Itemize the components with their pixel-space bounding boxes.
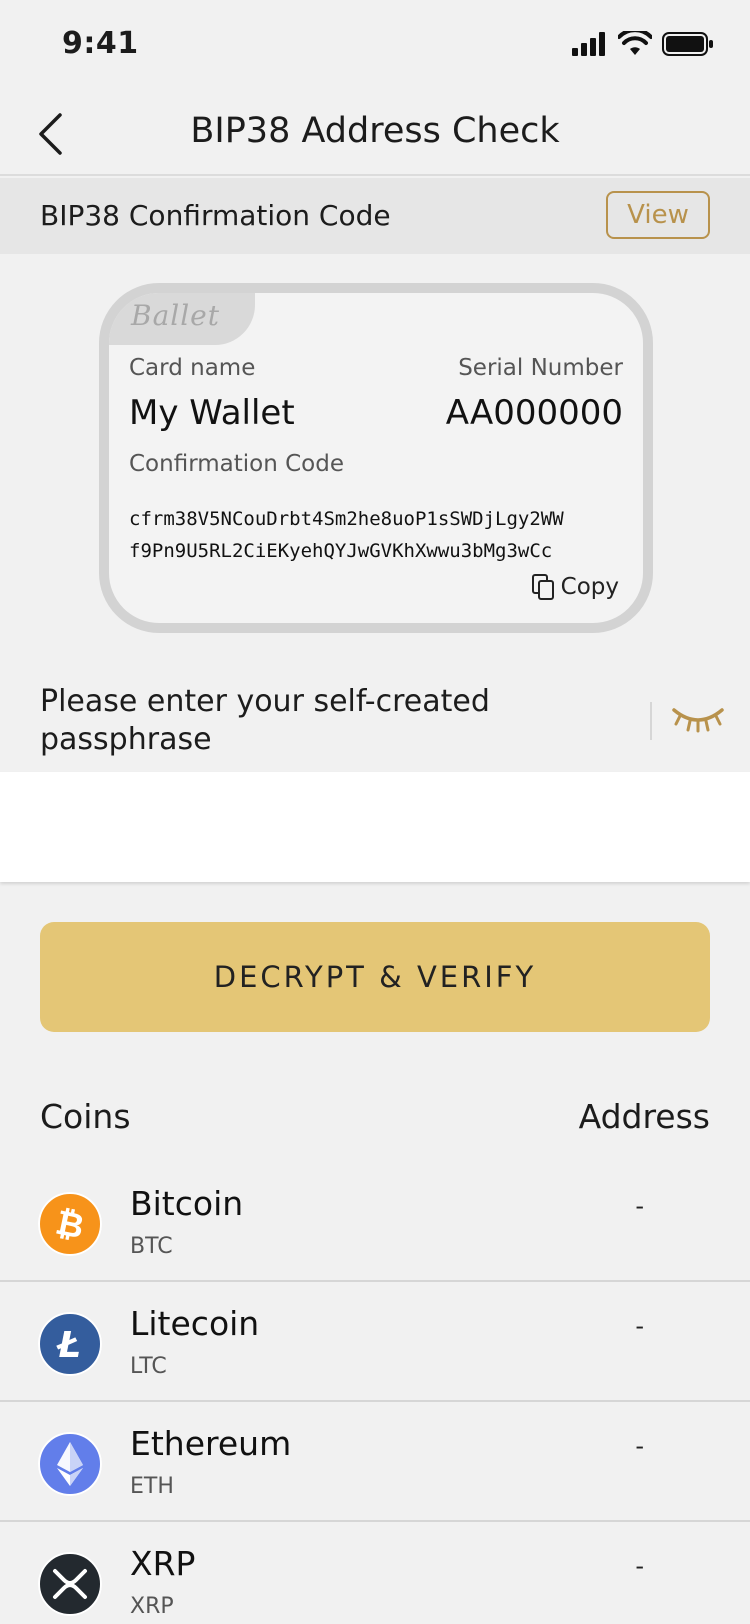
copy-button[interactable]: Copy: [531, 573, 619, 601]
confirmation-code-line-2: f9Pn9U5RL2CiEKyehQYJwGVKhXwwu3bMg3wCc: [129, 540, 553, 562]
serial-number-value: AA000000: [445, 393, 623, 433]
wifi-icon: [618, 31, 652, 55]
eye-closed-icon: [672, 708, 724, 733]
coin-row-ethereum[interactable]: Ethereum ETH -: [0, 1402, 750, 1522]
coin-symbol: BTC: [130, 1234, 173, 1259]
copy-label: Copy: [560, 574, 619, 600]
coin-row-xrp[interactable]: XRP XRP -: [0, 1522, 750, 1624]
coin-symbol: ETH: [130, 1474, 174, 1499]
ballet-logo: Ballet: [131, 299, 221, 332]
view-button[interactable]: View: [606, 191, 710, 239]
nav-bar: BIP38 Address Check: [0, 88, 750, 176]
cellular-signal-icon: [572, 32, 605, 56]
confirmation-code-header: BIP38 Confirmation Code View: [0, 178, 750, 254]
passphrase-input[interactable]: [0, 772, 750, 882]
coin-address: -: [635, 1192, 644, 1220]
coin-row-bitcoin[interactable]: ₿ Bitcoin BTC -: [0, 1162, 750, 1282]
section-title: BIP38 Confirmation Code: [40, 199, 391, 232]
coin-name: Ethereum: [130, 1424, 292, 1463]
serial-number-label: Serial Number: [458, 355, 623, 381]
passphrase-label: Please enter your self-created passphras…: [40, 684, 490, 757]
confirmation-code-label: Confirmation Code: [129, 451, 344, 477]
bitcoin-icon: ₿: [38, 1192, 102, 1256]
status-icons: [572, 30, 714, 58]
eye-divider: [650, 702, 652, 740]
coin-address: -: [635, 1312, 644, 1340]
coin-list: ₿ Bitcoin BTC - Ł Litecoin LTC - Ethereu…: [0, 1162, 750, 1624]
card-logo-tab: Ballet: [109, 293, 255, 345]
coin-row-litecoin[interactable]: Ł Litecoin LTC -: [0, 1282, 750, 1402]
show-passphrase-toggle[interactable]: [670, 700, 726, 740]
card-name-value: My Wallet: [129, 393, 295, 433]
coin-name: Litecoin: [130, 1304, 260, 1343]
coin-address: -: [635, 1432, 644, 1460]
coin-address: -: [635, 1552, 644, 1580]
card-name-label: Card name: [129, 355, 256, 381]
coin-symbol: LTC: [130, 1354, 167, 1379]
ethereum-icon: [38, 1432, 102, 1496]
status-bar: 9:41: [0, 0, 750, 88]
coin-name: XRP: [130, 1544, 196, 1583]
status-time: 9:41: [62, 26, 139, 61]
page-title: BIP38 Address Check: [190, 111, 560, 151]
litecoin-icon: Ł: [38, 1312, 102, 1376]
svg-text:Ł: Ł: [56, 1325, 81, 1366]
xrp-icon: [38, 1552, 102, 1616]
address-column-header: Address: [578, 1097, 710, 1136]
decrypt-verify-button[interactable]: DECRYPT & VERIFY: [40, 922, 710, 1032]
coin-symbol: XRP: [130, 1594, 174, 1619]
coins-column-header: Coins: [40, 1097, 131, 1136]
battery-icon: [662, 32, 713, 56]
confirmation-code-line-1: cfrm38V5NCouDrbt4Sm2he8uoP1sSWDjLgy2WW: [129, 508, 564, 530]
confirmation-code-value: cfrm38V5NCouDrbt4Sm2he8uoP1sSWDjLgy2WW f…: [129, 503, 629, 567]
coin-name: Bitcoin: [130, 1184, 244, 1223]
copy-icon: [531, 574, 554, 600]
wallet-card: Ballet Card name Serial Number My Wallet…: [99, 283, 653, 633]
